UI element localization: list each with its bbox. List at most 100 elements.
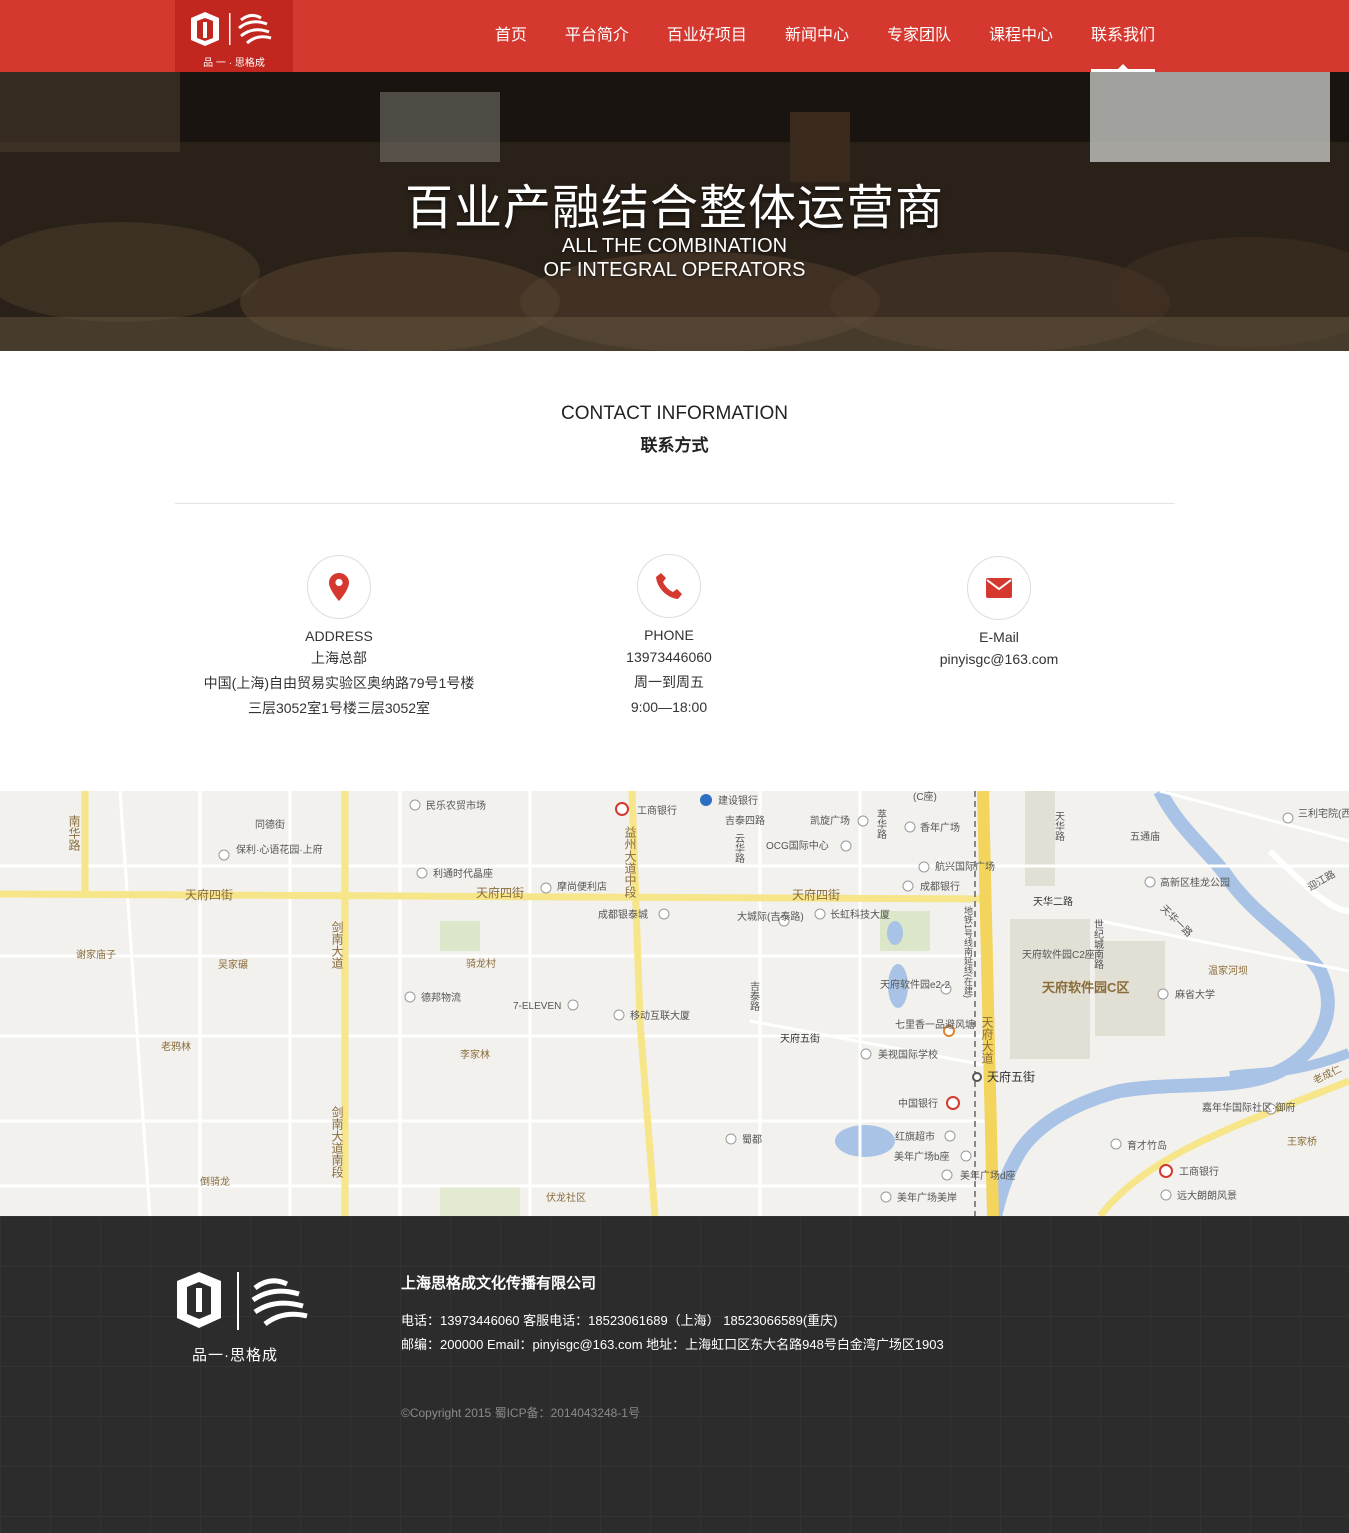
map-label: 天府四街 [792,887,840,902]
map-label: 麻省大学 [1175,988,1215,1001]
nav-item-home[interactable]: 首页 [495,0,527,72]
map-label: 长虹科技大厦 [830,908,890,921]
map-label: 中国银行 [898,1097,938,1110]
map-label: 王家桥 [1287,1135,1317,1148]
map-label: 育才竹岛 [1127,1139,1167,1152]
map-label: 工商银行 [1179,1165,1219,1178]
map-label: 吉泰路 [748,981,760,1012]
map-label: 建设银行 [718,794,758,807]
main-nav: 首页 平台简介 百业好项目 新闻中心 专家团队 课程中心 联系我们 [457,0,1156,72]
phone-number[interactable]: 13973446060 [504,645,834,670]
map-label: 工商银行 [637,804,677,817]
logo-mark-icon [191,12,272,46]
map-label: 剑南大道 [330,920,344,969]
footer-contact-line: 电话：13973446060 客服电话：18523061689（上海） 1852… [401,1313,838,1328]
map-label: 7-ELEVEN [513,1001,561,1012]
site-logo[interactable]: 品 一 · 思格成 [175,0,293,72]
map-label: 天府软件园C区 [1042,980,1129,995]
nav-item-contact[interactable]: 联系我们 [1090,0,1156,72]
map-label: 天府软件园e2-2 [880,978,950,991]
banner-title: 百业产融结合整体运营商 [404,182,944,235]
map-label: 航兴国际广场 [935,860,995,873]
map-label: 云华路 [733,833,745,864]
map-label: 七里香一品避风塘 [895,1018,975,1031]
map-label: 天华路 [1053,811,1065,842]
phone-icon-circle [637,554,701,618]
map-label: 谢家庙子 [76,948,116,961]
map-label: 嘉年华国际社区·御府 [1202,1101,1295,1114]
location-map[interactable]: 南华路 同德街 保利·心语花园·上府 民乐农贸市场 利通时代晶座 天府四街 天府… [0,791,1349,1216]
footer-copyright: ©Copyright 2015 蜀ICP备：2014043248-1号 [401,1406,640,1420]
banner-subtitle: ALL THE COMBINATION OF INTEGRAL OPERATOR… [0,234,1349,282]
footer-company-name: 上海思格成文化传播有限公司 [401,1275,597,1292]
nav-item-projects[interactable]: 百业好项目 [667,0,747,72]
nav-item-about[interactable]: 平台简介 [565,0,629,72]
footer-logo-text: 品一·思格成 [192,1347,278,1364]
map-label: 美年广场美岸 [897,1191,957,1204]
address-line-3: 三层3052室1号楼三层3052室 [247,700,431,716]
map-label: 益州大道中段 [623,826,637,899]
envelope-icon [986,578,1012,598]
site-header: 品 一 · 思格成 首页 平台简介 百业好项目 新闻中心 专家团队 课程中心 联… [0,0,1349,72]
map-label: 天府大道 [980,1016,994,1064]
map-canvas[interactable]: 南华路 同德街 保利·心语花园·上府 民乐农贸市场 利通时代晶座 天府四街 天府… [0,791,1349,1216]
map-label: 温家河坝 [1208,964,1248,977]
map-label: 凯旋广场 [810,814,850,827]
map-label: 移动互联大厦 [630,1009,690,1022]
map-label: 天府四街 [476,885,524,900]
banner-subtitle-line2: OF INTEGRAL OPERATORS [543,259,806,281]
map-label: 天府五街 [780,1032,820,1045]
map-label: 德邦物流 [421,991,461,1004]
map-label: 天华二路 [1033,895,1073,908]
map-label: 三利宅院(西区) [1298,807,1349,820]
phone-hours: 9:00—18:00 [630,699,708,715]
map-label: 美视国际学校 [878,1048,938,1061]
map-label: 吉泰四路 [725,814,765,827]
map-label: 高新区桂龙公园 [1160,876,1230,889]
map-label: 南华路 [67,814,81,852]
phone-block: PHONE 13973446060 周一到周五 9:00—18:00 [504,554,834,720]
map-label: 保利·心语花园·上府 [236,843,323,856]
address-label: ADDRESS [305,628,373,644]
contact-title-en: CONTACT INFORMATION [561,403,788,424]
hero-banner: 百业产融结合整体运营商 ALL THE COMBINATION OF INTEG… [0,72,1349,351]
section-divider [175,503,1175,504]
map-label: 伏龙社区 [546,1191,586,1204]
email-block: E-Mail pinyisgc@163.com [834,556,1164,672]
map-label: 李家林 [460,1048,490,1061]
map-label: 美年广场b座 [894,1150,950,1163]
address-icon-circle [307,555,371,619]
contact-title-cn: 联系方式 [640,436,709,455]
map-label: 天府五街 [987,1069,1035,1084]
nav-item-news[interactable]: 新闻中心 [785,0,849,72]
banner-subtitle-line1: ALL THE COMBINATION [561,235,788,257]
phone-icon [656,573,682,599]
map-label: 世纪城南路 [1092,919,1104,970]
email-label: E-Mail [979,629,1019,645]
map-label: 摩尚便利店 [557,880,607,893]
nav-item-experts[interactable]: 专家团队 [887,0,951,72]
map-label: 剑南大道南段 [330,1105,344,1179]
site-footer: 品一·思格成 上海思格成文化传播有限公司 电话：13973446060 客服电话… [0,1216,1349,1533]
map-label: 五通庙 [1130,830,1160,843]
map-label: (C座) [913,791,937,803]
map-label: 地铁1号线南延线(在建) [963,905,973,998]
map-label: 天府软件园C2座 [1022,948,1095,961]
map-label: 远大朗朗风景 [1177,1189,1237,1202]
map-label: OCG国际中心 [766,839,829,852]
address-line-1: 上海总部 [311,650,367,666]
phone-label: PHONE [644,627,694,643]
email-icon-circle [967,556,1031,620]
nav-item-courses[interactable]: 课程中心 [989,0,1053,72]
footer-address-line: 邮编：200000 Email：pinyisgc@163.com 地址：上海虹口… [401,1337,944,1352]
map-label: 老鸦林 [161,1040,191,1053]
email-address[interactable]: pinyisgc@163.com [834,647,1164,672]
map-label: 蜀都 [742,1134,762,1146]
map-label: 天府四街 [185,887,233,902]
map-label: 成都银泰城 [598,908,648,921]
address-line-2: 中国(上海)自由贸易实验区奥纳路79号1号楼 [203,675,475,691]
map-label: 吴家碾 [218,958,248,971]
logo-text: 品 一 · 思格成 [203,58,265,69]
address-block: ADDRESS 上海总部 中国(上海)自由贸易实验区奥纳路79号1号楼 三层30… [174,555,504,721]
map-label: 同德街 [255,818,285,831]
